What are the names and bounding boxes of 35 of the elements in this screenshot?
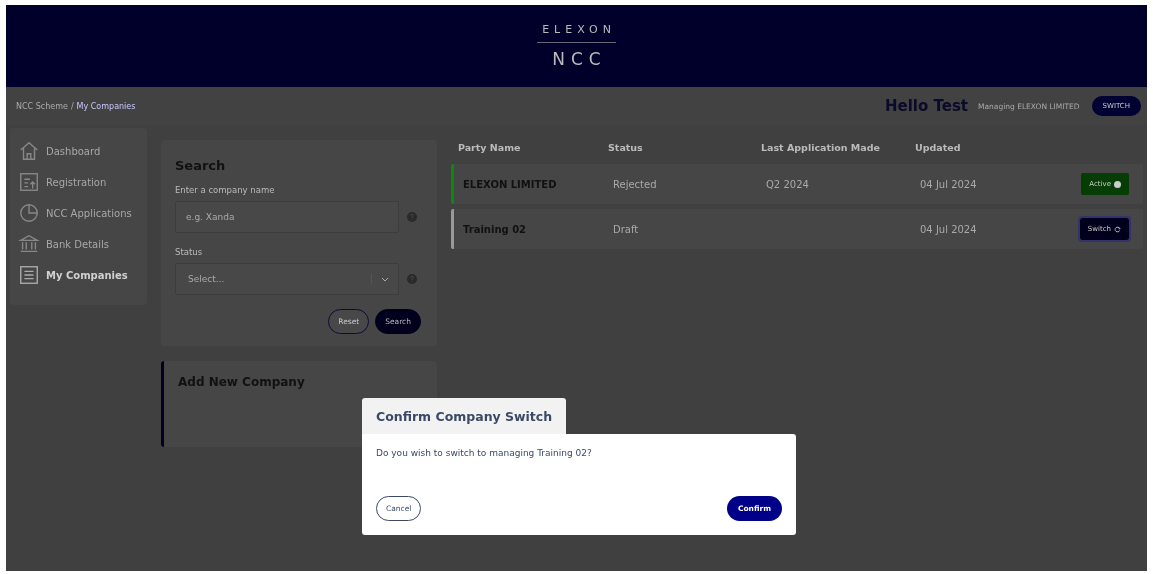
field-label: Enter a company name [175, 185, 276, 195]
dot-icon [1114, 180, 1121, 188]
list-icon [18, 264, 40, 286]
table-cell-text: Q2 2024 [766, 178, 810, 190]
sidebar-item[interactable]: Dashboard [18, 140, 147, 162]
house-icon [18, 140, 40, 162]
brand-text: ELEXON [537, 23, 616, 43]
field-label: Status [175, 247, 204, 257]
column-header: Updated [915, 142, 962, 153]
bank-icon [18, 233, 40, 255]
sidebar-item[interactable]: My Companies [18, 264, 147, 286]
column-header: Status [608, 142, 644, 153]
dialog-message: Do you wish to switch to managing Training 02? [376, 448, 593, 458]
column-header: Last Application Made [761, 142, 881, 153]
table-cell-text: Draft [613, 223, 640, 235]
column-header: Party Name [458, 142, 522, 153]
breadcrumb-link[interactable]: My Companies [76, 101, 136, 111]
sidebar-item[interactable]: Bank Details [18, 233, 147, 255]
company-name-field[interactable]: e.g. Xanda [175, 201, 399, 233]
greeting-text: Hello Test [884, 97, 968, 115]
help-icon[interactable] [407, 274, 417, 284]
help-icon[interactable] [407, 212, 417, 222]
status-dropdown[interactable]: Select... [175, 263, 399, 295]
table-cell-text: 04 Jul 2024 [920, 223, 978, 235]
breadcrumb-link[interactable]: NCC Scheme [16, 101, 68, 111]
table-cell-text: Rejected [613, 178, 658, 190]
breadcrumb-separator: / [70, 101, 74, 111]
dialog-title: Confirm Company Switch [362, 398, 567, 434]
document-upload-icon [18, 171, 40, 193]
product-title: NCC [551, 49, 607, 69]
pie-chart-icon [18, 202, 40, 224]
refresh-icon [1114, 225, 1121, 233]
sidebar-item[interactable]: Registration [18, 171, 147, 193]
table-cell-text: 04 Jul 2024 [920, 178, 978, 190]
sidebar-item[interactable]: NCC Applications [18, 202, 147, 224]
